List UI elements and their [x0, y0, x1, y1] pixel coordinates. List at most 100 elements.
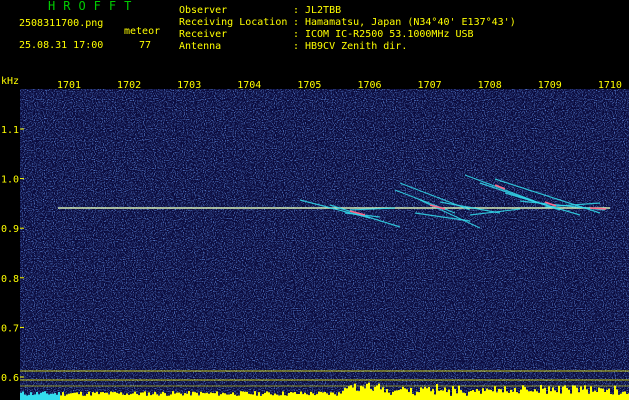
- amplitude-bar: [484, 391, 486, 400]
- amplitude-bar: [330, 392, 332, 400]
- amplitude-bar: [574, 385, 576, 400]
- freq-tick-label: 1.1: [1, 125, 19, 136]
- amplitude-bar: [88, 391, 90, 400]
- amplitude-bar: [368, 382, 370, 400]
- amplitude-bar: [106, 392, 108, 400]
- amplitude-bar: [36, 391, 38, 400]
- amplitude-bar: [594, 390, 596, 400]
- amplitude-bar: [362, 386, 364, 400]
- amplitude-bar: [506, 391, 508, 400]
- amplitude-bar: [262, 394, 264, 400]
- amplitude-bar: [30, 392, 32, 400]
- amplitude-bar: [264, 392, 266, 400]
- location-colon: :: [293, 17, 300, 28]
- amplitude-bar: [66, 394, 68, 400]
- amplitude-bar: [394, 390, 396, 400]
- amplitude-bar: [118, 393, 120, 400]
- datetime-label: 25.08.31 17:00: [19, 40, 104, 51]
- amplitude-bar: [344, 387, 346, 400]
- amplitude-bar: [54, 393, 56, 400]
- amplitude-bar: [248, 393, 250, 400]
- amplitude-bar: [96, 391, 98, 400]
- amplitude-bar: [402, 386, 404, 400]
- location-label: Receiving Location: [179, 17, 288, 28]
- receiver-colon: :: [293, 29, 300, 40]
- amplitude-bar: [270, 394, 272, 400]
- amplitude-bar: [124, 394, 126, 400]
- amplitude-bar: [492, 391, 494, 400]
- freq-tick-label: 0.8: [1, 274, 19, 285]
- amplitude-bar: [440, 390, 442, 400]
- amplitude-bar: [142, 392, 144, 400]
- amplitude-bar: [570, 393, 572, 400]
- amplitude-bar: [532, 391, 534, 400]
- amplitude-bar: [58, 391, 60, 400]
- freq-tick-label: 0.7: [1, 323, 19, 334]
- amplitude-bar: [486, 388, 488, 400]
- amplitude-bar: [174, 393, 176, 400]
- amplitude-bar: [210, 392, 212, 400]
- amplitude-bar: [450, 395, 452, 400]
- amplitude-bar: [590, 386, 592, 400]
- amplitude-bar: [342, 390, 344, 400]
- time-tick-label: 1704: [237, 80, 261, 91]
- freq-unit-label: kHz: [1, 76, 19, 87]
- amplitude-bar: [236, 395, 238, 400]
- amplitude-bar: [358, 391, 360, 400]
- amplitude-bar: [624, 391, 626, 400]
- amplitude-bar: [420, 387, 422, 400]
- amplitude-bar: [496, 392, 498, 400]
- amplitude-bar: [584, 385, 586, 400]
- amplitude-bar: [424, 386, 426, 400]
- amplitude-bar: [150, 395, 152, 400]
- amplitude-bar: [456, 393, 458, 400]
- amplitude-bar: [572, 385, 574, 400]
- amplitude-bar: [464, 393, 466, 400]
- amplitude-bar: [412, 393, 414, 400]
- amplitude-bar: [568, 389, 570, 400]
- amplitude-bar: [526, 389, 528, 400]
- amplitude-bar: [602, 388, 604, 400]
- observer-colon: :: [293, 5, 300, 16]
- amplitude-bar: [198, 395, 200, 400]
- amplitude-bar: [604, 391, 606, 400]
- amplitude-bar: [232, 392, 234, 400]
- amplitude-bar: [206, 392, 208, 400]
- amplitude-bar: [490, 389, 492, 400]
- amplitude-bar: [372, 390, 374, 400]
- amplitude-bar: [618, 394, 620, 400]
- amplitude-bar: [444, 387, 446, 400]
- amplitude-bar: [480, 393, 482, 400]
- amplitude-bar: [98, 394, 100, 400]
- amplitude-bar: [184, 393, 186, 400]
- amplitude-bar: [406, 389, 408, 400]
- amplitude-bar: [380, 389, 382, 400]
- amplitude-bar: [446, 392, 448, 400]
- amplitude-bar: [550, 391, 552, 400]
- amplitude-bar: [288, 393, 290, 400]
- time-tick-label: 1707: [418, 80, 442, 91]
- amplitude-bar: [194, 392, 196, 400]
- amplitude-bar: [434, 394, 436, 400]
- amplitude-bar: [132, 393, 134, 400]
- amplitude-bar: [46, 393, 48, 400]
- amplitude-bar: [34, 394, 36, 400]
- amplitude-bar: [546, 393, 548, 400]
- amplitude-bar: [254, 391, 256, 400]
- amplitude-bar: [136, 393, 138, 400]
- amplitude-bar: [352, 387, 354, 400]
- amplitude-bar: [304, 392, 306, 400]
- amplitude-bar: [370, 389, 372, 400]
- amplitude-bar: [148, 392, 150, 400]
- amplitude-bar: [366, 383, 368, 400]
- amplitude-bar: [612, 394, 614, 400]
- amplitude-bar: [390, 394, 392, 400]
- amplitude-bar: [314, 395, 316, 400]
- amplitude-bar: [508, 392, 510, 400]
- amplitude-bar: [234, 394, 236, 400]
- amplitude-bar: [510, 389, 512, 400]
- amplitude-bar: [62, 392, 64, 400]
- amplitude-bar: [176, 392, 178, 400]
- amplitude-bar: [60, 395, 62, 400]
- amplitude-bar: [226, 394, 228, 400]
